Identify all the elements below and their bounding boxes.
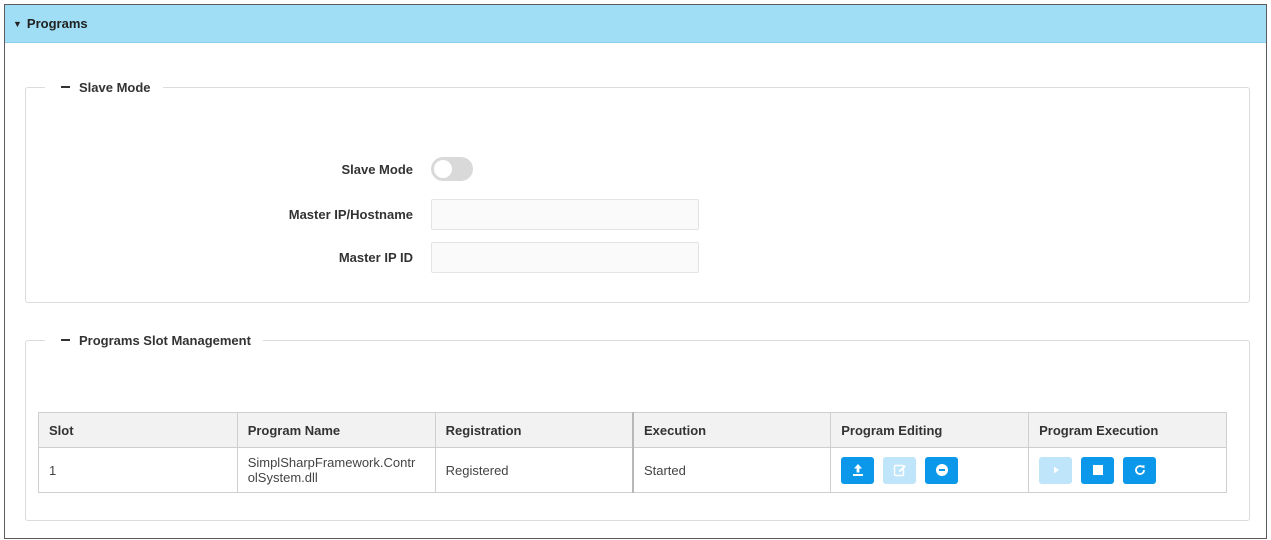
stop-program-button[interactable] xyxy=(1081,456,1115,484)
collapse-icon xyxy=(61,86,70,88)
program-name-line: olSystem.dll xyxy=(247,470,318,485)
column-header-slot: Slot xyxy=(38,412,238,448)
upload-icon xyxy=(852,464,863,476)
column-header-program-execution: Program Execution xyxy=(1028,412,1227,448)
master-ip-id-label: Master IP ID xyxy=(338,250,413,265)
stop-icon xyxy=(1092,465,1103,475)
master-ip-hostname-input[interactable] xyxy=(431,199,699,230)
table-row: 1 SimplSharpFramework.Contr olSystem.dll… xyxy=(38,447,1227,493)
program-execution-cell xyxy=(1028,447,1227,493)
registration-status: Registered xyxy=(434,447,634,493)
edit-program-button[interactable] xyxy=(883,456,917,484)
programs-panel: ▼ Programs Slave Mode Slave Mode Master … xyxy=(4,4,1267,539)
programs-panel-header[interactable]: ▼ Programs xyxy=(5,5,1266,43)
remove-program-button[interactable] xyxy=(925,456,959,484)
master-ip-id-row: Master IP ID xyxy=(271,242,699,273)
column-header-execution: Execution xyxy=(632,412,832,448)
slave-mode-legend[interactable]: Slave Mode xyxy=(45,77,163,97)
master-ip-hostname-label: Master IP/Hostname xyxy=(288,207,413,222)
remove-icon xyxy=(935,464,948,476)
slot-management-legend[interactable]: Programs Slot Management xyxy=(45,330,263,350)
column-header-program-name: Program Name xyxy=(236,412,436,448)
panel-title: Programs xyxy=(26,16,88,31)
column-header-program-editing: Program Editing xyxy=(830,412,1030,448)
slave-mode-label: Slave Mode xyxy=(341,161,413,177)
slot-management-section-title: Programs Slot Management xyxy=(79,332,251,348)
programs-slot-table: Slot Program Name Registration Execution… xyxy=(38,412,1227,493)
slave-mode-row: Slave Mode xyxy=(271,157,473,181)
program-name-line: SimplSharpFramework.Contr xyxy=(247,455,416,470)
program-editing-cell xyxy=(830,447,1030,493)
start-program-button[interactable] xyxy=(1039,456,1073,484)
master-ip-id-input[interactable] xyxy=(431,242,699,273)
column-header-registration: Registration xyxy=(434,412,634,448)
execution-status: Started xyxy=(632,447,832,493)
slave-mode-section-title: Slave Mode xyxy=(79,79,151,95)
master-ip-hostname-row: Master IP/Hostname xyxy=(271,199,699,230)
edit-icon xyxy=(893,464,906,477)
restart-icon xyxy=(1134,465,1145,475)
play-icon xyxy=(1053,466,1059,474)
slot-cell: 1 xyxy=(38,447,238,493)
program-name-cell: SimplSharpFramework.Contr olSystem.dll xyxy=(236,447,436,493)
upload-program-button[interactable] xyxy=(841,456,875,484)
restart-program-button[interactable] xyxy=(1123,456,1157,484)
toggle-knob xyxy=(434,160,452,178)
slave-mode-toggle[interactable] xyxy=(431,157,473,181)
table-header-row: Slot Program Name Registration Execution… xyxy=(38,412,1227,448)
collapse-icon xyxy=(61,339,70,341)
caret-down-icon: ▼ xyxy=(13,18,22,29)
